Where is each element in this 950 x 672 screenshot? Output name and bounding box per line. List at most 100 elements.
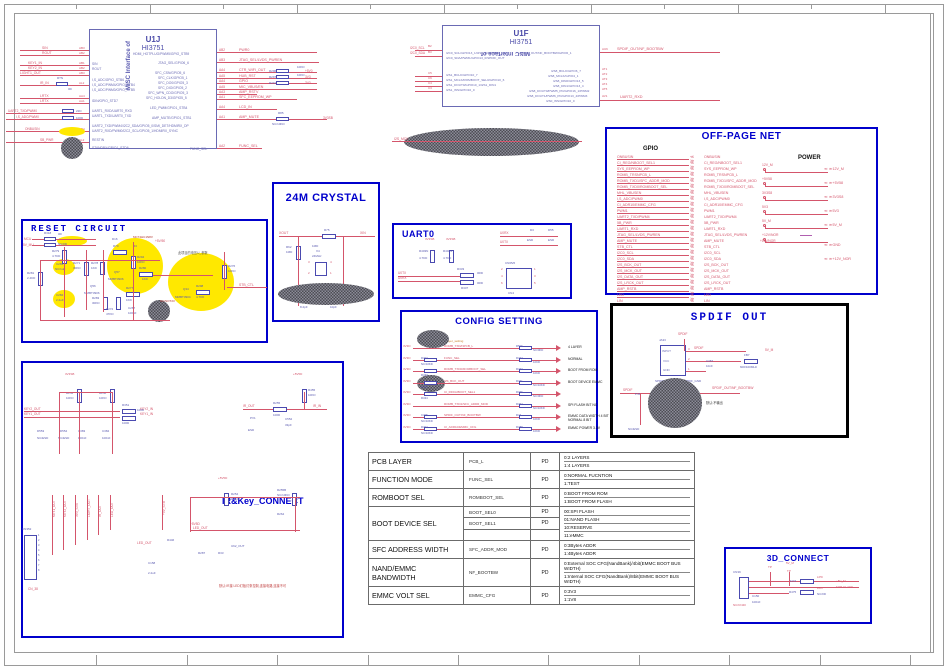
spec-table-row: PCB LAYER PCB_L PD 0:2 LAYERS 1:4 LAYERS — [368, 452, 695, 471]
net-label: CI_ADR10/EMMC_CFG — [704, 202, 743, 207]
config-right-value: NC/10KD — [533, 382, 545, 387]
power-wire — [765, 200, 828, 201]
pin-label: UART2_RXD/PWM0/I2C2_SCL/GPIO5_1/HDMIRX_S… — [92, 129, 179, 133]
net-label: I2C0_SCL — [617, 250, 634, 255]
config-left-refdes: C405 — [421, 413, 428, 417]
pin-label: SFC_DIO/GPIO5_2 — [158, 86, 187, 90]
config-description: 4 LAYER — [568, 345, 582, 349]
net-label: UART2_TXD/PWM4 — [704, 214, 737, 219]
schematic-sheet: U1J HI3751 MISC Interface of SIN ROUT I,… — [0, 0, 950, 672]
config-arrow-icon — [556, 402, 561, 409]
pin-label: I2S1_MCLK/ROMBOOT_SEL0/GPIO10_6 — [446, 78, 505, 82]
net-label: ROMB_TXD1/SFC_ADDR_MOD — [704, 178, 757, 183]
pin-label: SFC_HOLDN_D3/GPIO5_5 — [146, 96, 187, 100]
pin-label: I2S1_BCLK/GPIO10_7 — [446, 73, 478, 77]
spec-row-name: PCB LAYER — [368, 452, 464, 471]
config-arrow-icon — [556, 414, 561, 420]
net-label: JTAG_SEL/LVDS_PWREN — [704, 232, 748, 237]
ic-u1j-part: HI3751 — [141, 45, 165, 52]
config-signal-name: CI_RFDA/BOOT_SEL1 — [444, 390, 476, 394]
net-label: LED — [617, 292, 624, 297]
config-arrow-icon — [556, 356, 561, 363]
pin-label: I,S_ADC/PWM4/GPIO_STB4 — [92, 83, 135, 87]
spec-row-signal: PCB_L — [463, 452, 531, 471]
net-label: UART2_TXD/PWM4 — [617, 214, 650, 219]
pin-label: AMP_MUTE/GPIO1_STB1 — [152, 116, 192, 120]
pin-label: I2S1_DOUT0/GPIO10_1/I2S1_DIN1 — [446, 83, 497, 87]
pin-label: I,S_ADC/GPIO_STB6 — [92, 78, 125, 82]
config-arrow-icon — [556, 379, 561, 386]
pin-label: I2C0_SDA/PWM1/GPIO13_0/SPDIF_OUT — [446, 56, 505, 60]
spec-value-line: 0:BOOT FROM ROM — [564, 490, 690, 498]
spec-row-signal: BOOT_SEL0 — [463, 505, 531, 519]
config-spec-table: PCB LAYER PCB_L PD 0:2 LAYERS 1:4 LAYERS FUNC… — [368, 452, 695, 605]
config-left-value: NC/10KD — [421, 430, 433, 435]
pin-label: SFC_WPN_CDO/GPIO5_3 — [148, 91, 188, 95]
net-label: I2S_LRCK_OUT — [617, 280, 644, 285]
config-signal-name: CI_ADR10/EMMC_CFG — [444, 424, 477, 429]
pin-label: JTAG_SEL/GPIO6_6 — [158, 61, 189, 65]
selection-hatch-region — [404, 128, 579, 156]
net-label: SYS_EEPROM_WP — [704, 166, 737, 171]
spec-row-name: BOOT DEVICE SEL — [368, 506, 464, 541]
pin-label: I2S8_BCLK/GPIO6_7 — [551, 69, 581, 73]
power-source-label: 12V_M — [762, 163, 773, 167]
spec-value-line: 1:1V8 — [564, 597, 577, 602]
spec-value-line: 01:NAND FLASH — [564, 516, 690, 524]
spec-value-line: 1:Internal SOC CFG(NandBank)/8bit(EMMC B… — [564, 574, 680, 584]
selection-hatch-region — [278, 283, 374, 305]
net-label: ROMB_TXD1/SFC_ADDR_MOD — [617, 178, 670, 183]
spec-row-values: 0:BOOT FROM ROM 1:BOOT FROM FLASH — [559, 488, 695, 507]
spec-row-name: ROMBOOT SEL — [368, 488, 464, 507]
spec-table-row: EMMC VOLT SEL EMMC_CFG PD 0:3V3 1:1V8 — [368, 586, 695, 605]
net-label: ROMB_TXD0/ROMBOOT_SEL — [617, 184, 668, 189]
spec-value-line: 1:BOOT FROM FLASH — [564, 499, 612, 504]
net-label: STB_CTL — [617, 244, 633, 249]
pin-label: IDIN/GPIO_STD7 — [92, 99, 119, 103]
config-left-net: 3V3D — [403, 344, 411, 348]
power-source-label: 3V3S8 — [762, 191, 773, 195]
spec-value-line: 00:SPI FLASH — [564, 508, 690, 516]
net-label: MHL_VBUSEN — [704, 190, 729, 195]
net-label: AMP_MUTE — [704, 238, 724, 243]
spec-row-values: 0:External SOC CFG(NandBank)/4bit(EMMC B… — [559, 558, 695, 587]
pin-label: UART2_TXD/PWM4/I2C2_SDA/GPIO5_0/SMI_DET/… — [92, 124, 189, 128]
selection-hatch-region — [148, 300, 170, 322]
ground-symbol — [800, 235, 812, 236]
power-wire — [765, 172, 828, 173]
spec-value-line: 0:3V3 — [564, 588, 690, 596]
config-right-refdes: R437 — [516, 355, 523, 360]
spec-row-pd: PD — [530, 517, 560, 530]
net-label: STB_CTL — [704, 244, 720, 249]
net-label: JTAG_SEL/LVDS_PWREN — [617, 232, 661, 237]
ic-u1j-designator: U1J — [145, 35, 161, 44]
pin-label: SFC_CLK/GPIO5_1 — [158, 76, 188, 80]
pin-label: I2C0_SCL/GPIO13_1/I2S1_DIN/SPDIF_OUT — [446, 51, 509, 55]
power-wire — [765, 228, 828, 229]
spec-row-values: 0:3Bytes ADDR 1:4Bytes ADDR — [559, 540, 695, 559]
pin-label: I2S1_WS/GPIO10_0 — [446, 88, 475, 92]
net-label: LIN — [704, 298, 710, 303]
config-description: EMMC POWER 3.3V — [568, 425, 601, 430]
pin-label: SPDIF_OUT/NF_BOOTBW/GPIO6_1 — [520, 51, 572, 55]
config-right-refdes: R506 — [516, 344, 523, 348]
selection-hatch-region — [648, 378, 702, 428]
spec-value-line: 11:eMMC — [564, 533, 584, 538]
spec-row-pd: PD — [530, 558, 560, 587]
pin-label: I2S8_MCLK/GPIO4_1 — [548, 74, 579, 78]
pin-label: LED_PWM/GPIO1_STB4 — [150, 106, 188, 110]
ic-u1f-designator: U1F — [513, 29, 529, 38]
pin-label: SFC_DO0/GPIO5_3 — [158, 81, 188, 85]
spec-row-signal: ROMBOOT_SEL — [463, 488, 531, 507]
spec-row-name: NAND/EMMC BANDWIDTH — [368, 558, 464, 587]
spec-value-line: 0:3Bytes ADDR — [564, 542, 690, 550]
spec-row-pd: PD — [530, 452, 560, 471]
resistor — [424, 380, 437, 385]
config-left-refdes: R435 — [421, 384, 428, 389]
spec-row-pd: PD — [530, 470, 560, 489]
pin-number: AU6 — [602, 47, 608, 51]
spdif-note2: 默认:不输出 — [706, 401, 723, 405]
net-label: I2S_BCK_OUT — [704, 262, 729, 267]
spec-row-values: 0:NORMAL FUCNTION 1:TEST — [559, 470, 695, 489]
net-label: SYS_EEPROM_WP — [617, 166, 650, 171]
